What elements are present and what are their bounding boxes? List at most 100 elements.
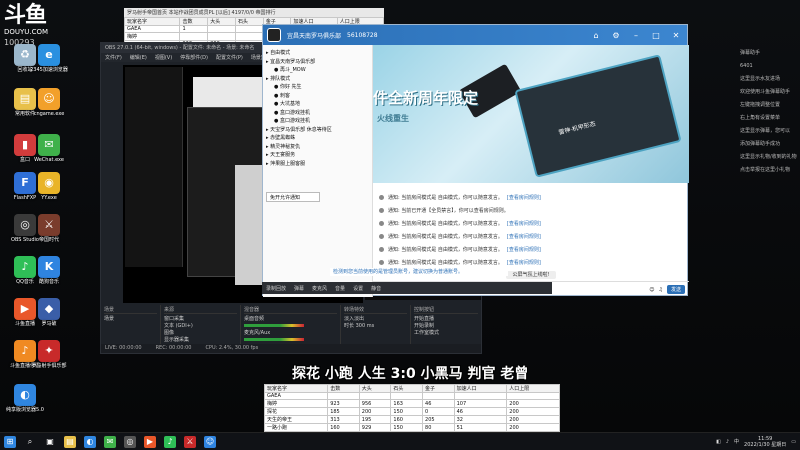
table-cell	[506, 392, 560, 400]
source-item[interactable]: 图像	[164, 329, 237, 336]
desktop-icon-fx-club[interactable]: ✦ 罗马射手俱乐部	[30, 340, 68, 370]
mic-icon[interactable]: ♫	[659, 287, 663, 293]
desktop-icon-browser-2345[interactable]: e 2345加速浏览器	[30, 44, 68, 74]
channel-item[interactable]: ● 你好 先生	[266, 83, 369, 92]
dock-item[interactable]: 静音	[371, 285, 381, 292]
channel-item[interactable]: ● 盒口游戏挂机	[266, 117, 369, 126]
ime-indicator[interactable]: 中	[734, 438, 739, 445]
send-button[interactable]: 发送	[666, 285, 685, 294]
room-avatar[interactable]	[267, 28, 281, 42]
admin-notify-bar[interactable]: 检测到您当前使用的是管理员账号，建议切换为普通账号。	[330, 268, 508, 276]
transition-panel: 转场特效 淡入淡出 时长 300 ms	[341, 305, 411, 345]
network-icon[interactable]: ◧	[716, 439, 721, 445]
notification-icon[interactable]: ▭	[791, 439, 796, 445]
transition-select[interactable]: 淡入淡出	[344, 315, 407, 322]
duration-input[interactable]: 300 ms	[356, 323, 375, 329]
table-cell	[234, 32, 264, 41]
allow-notice-button[interactable]: 免开允许通知	[266, 192, 320, 202]
obs-menu-item[interactable]: 停靠部件(D)	[180, 54, 208, 61]
file-explorer-icon[interactable]: ▤	[64, 435, 76, 448]
wechat-icon[interactable]: ✉	[104, 435, 116, 448]
audio-meter[interactable]	[244, 324, 304, 327]
game-icon[interactable]: ⚔	[184, 435, 196, 448]
rules-link[interactable]: [查看房间规则]	[507, 194, 541, 201]
cngame-icon: ☺	[38, 88, 60, 110]
kugou-icon: K	[38, 256, 60, 278]
browser-icon[interactable]: ◐	[84, 435, 96, 448]
channel-item[interactable]: ● 刺客	[266, 92, 369, 101]
dock-item[interactable]: 音量	[335, 285, 345, 292]
obs-menu-item[interactable]: 视图(V)	[155, 54, 172, 61]
channel-item[interactable]: ● 大坑基地	[266, 100, 369, 109]
message-text: 通知: 当前已开通【全员禁言】，你可以查看房间规则。	[388, 208, 509, 214]
desktop-icon-diyu[interactable]: ⚔ 帝国时代	[30, 214, 68, 244]
table-row: 梅婷 923 956 163 46 107 200	[263, 399, 560, 408]
table-cell	[234, 25, 264, 33]
channel-item[interactable]: ▸ 赤壁黑蜘蛛	[266, 134, 369, 143]
channel-item[interactable]: ▸ 排队模式	[266, 75, 369, 84]
notice-icon	[379, 247, 384, 252]
channel-item[interactable]: ▸ 天王宴服务	[266, 151, 369, 160]
desktop-icon-fxgame[interactable]: ◆ 罗马破	[30, 298, 68, 328]
channel-item[interactable]: ▸ 天宝罗马俱乐部 休息等待区	[266, 126, 369, 135]
source-item[interactable]: 文本 (GDI+)	[164, 322, 237, 329]
channel-item[interactable]: ▸ 精灵神秘复仇	[266, 143, 369, 152]
task-view-icon[interactable]: ▣	[44, 436, 56, 448]
message-text: 通知: 当前房间模式是 自由模式，你可以随意发言。	[388, 234, 503, 240]
volume-icon[interactable]: ♪	[726, 439, 729, 445]
promo-banner[interactable]: 雷神·机甲形态 件全新周年限定 火线重生	[373, 45, 689, 183]
dock-item[interactable]: 麦克风	[312, 285, 327, 292]
studio-mode-button[interactable]: 工作室模式	[414, 329, 478, 336]
message-text: 通知: 当前房间模式是 自由模式，你可以随意发言。	[388, 260, 503, 266]
rules-link[interactable]: [查看房间规则]	[507, 220, 541, 227]
dock-item[interactable]: 设置	[353, 285, 363, 292]
channel-item[interactable]: ▸ 萍果服上服客服	[266, 160, 369, 169]
obs-menu-item[interactable]: 文件(F)	[105, 54, 122, 61]
channel-item[interactable]: ▸ 宜昌天南罗马俱乐部	[266, 58, 369, 67]
rules-link[interactable]: [查看房间规则]	[507, 246, 541, 253]
desktop-icon-kugou[interactable]: K 酷狗音乐	[30, 256, 68, 286]
duration-label: 时长	[344, 323, 355, 329]
obs-menu-item[interactable]: 编辑(E)	[130, 54, 147, 61]
desktop-icon-wechat[interactable]: ✉ WeChat.exe	[30, 134, 68, 164]
music-icon[interactable]: ♪	[164, 435, 176, 448]
table-cell: 195	[358, 415, 392, 424]
start-recording-button[interactable]: 开始录制	[414, 322, 478, 329]
dock-item[interactable]: 录制回放	[266, 285, 286, 292]
channel-item[interactable]: ● 盒口游戏挂机	[266, 109, 369, 118]
start-icon[interactable]: ⊞	[4, 435, 16, 448]
emoji-icon[interactable]: ☺	[649, 287, 654, 293]
source-item[interactable]: 窗口采集	[164, 315, 237, 322]
desktop-icon-label: 罗马破	[41, 321, 57, 327]
home-icon[interactable]: ⌂	[589, 28, 603, 42]
rules-link[interactable]: [查看房间规则]	[507, 233, 541, 240]
channel-tree[interactable]: ▸ 自由模式 ▸ 宜昌天南罗马俱乐部 ● 再斗_MOW ▸ 排队模式 ● 你好 先生 ● …	[263, 45, 373, 297]
table-cell: 185	[327, 407, 360, 416]
source-item[interactable]: 显示器采集	[164, 336, 237, 343]
close-icon[interactable]: ✕	[669, 28, 683, 42]
system-tray: ◧ ♪ 中 11:59 2022/1/30 星期日 ▭	[716, 436, 796, 448]
desktop-icon-browser-pure[interactable]: ◐ 纯享版浏览器5.0	[6, 384, 44, 414]
minimize-icon[interactable]: –	[629, 28, 643, 42]
audio-meter[interactable]	[244, 338, 304, 341]
table-row: GAEA	[263, 392, 560, 400]
maximize-icon[interactable]: □	[649, 28, 663, 42]
chat-icon[interactable]: ☺	[204, 435, 216, 448]
obs-menu-item[interactable]: 配置文件(P)	[216, 54, 243, 61]
search-icon[interactable]: ⌕	[24, 436, 36, 448]
scene-item[interactable]: 场景	[104, 315, 157, 322]
chat-window[interactable]: 宜昌天南罗马俱乐部 56108728 ⌂ ⚙ – □ ✕ ▸ 自由模式 ▸ 宜昌天…	[262, 24, 689, 297]
table-row: 探花 185 200 150 0 46 200	[263, 407, 560, 416]
taskbar-clock[interactable]: 11:59 2022/1/30 星期日	[744, 436, 786, 448]
rules-link[interactable]: [查看房间规则]	[507, 259, 541, 266]
douyu-icon[interactable]: ▶	[144, 435, 156, 448]
desktop-icon-cngame[interactable]: ☺ cngame.exe	[30, 88, 68, 118]
desktop-icon-yy[interactable]: ◉ YY.exe	[30, 172, 68, 202]
start-streaming-button[interactable]: 开始直播	[414, 315, 478, 322]
obs-icon[interactable]: ◎	[124, 435, 136, 448]
channel-item[interactable]: ● 再斗_MOW	[266, 66, 369, 75]
settings-icon[interactable]: ⚙	[609, 28, 623, 42]
dock-item[interactable]: 弹幕	[294, 285, 304, 292]
channel-item[interactable]: ▸ 自由模式	[266, 49, 369, 58]
mixer-header: 混音器	[244, 306, 337, 314]
